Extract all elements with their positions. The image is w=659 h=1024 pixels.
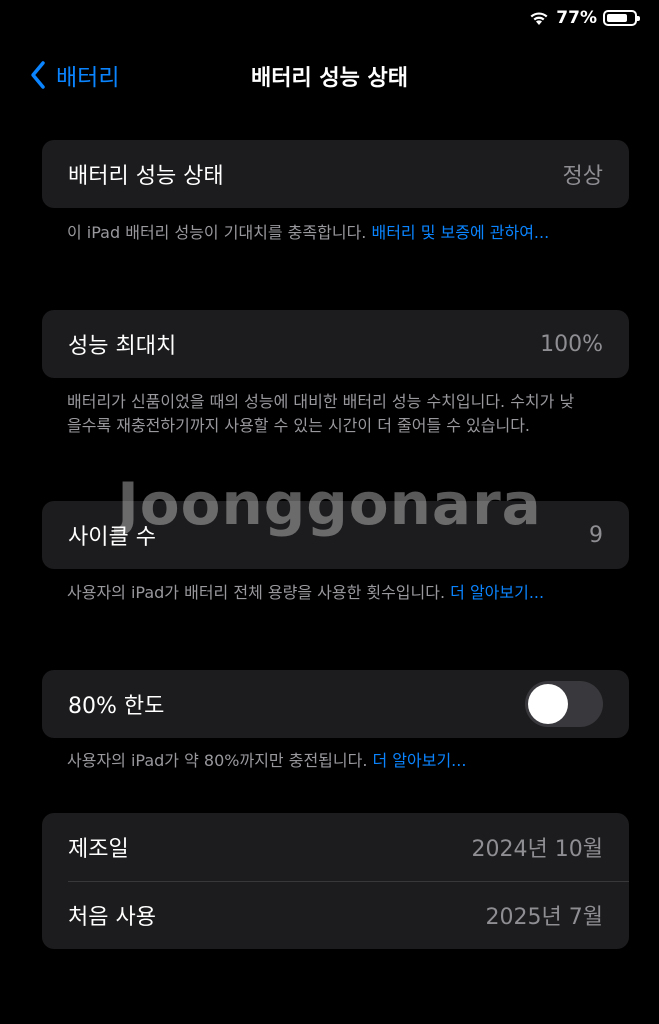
limit-80-toggle[interactable]	[525, 681, 603, 727]
cycle-count-group: 사이클 수 9	[42, 501, 629, 569]
battery-health-value: 정상	[562, 164, 603, 189]
page-title: 배터리 성능 상태	[251, 66, 408, 91]
limit-80-group: 80% 한도	[42, 670, 629, 738]
first-use-label: 처음 사용	[68, 905, 156, 930]
navigation-bar: 배터리 배터리 성능 상태	[0, 52, 659, 98]
max-capacity-label: 성능 최대치	[68, 334, 177, 359]
cycle-count-row: 사이클 수 9	[42, 501, 629, 569]
warranty-link[interactable]: 배터리 및 보증에 관하여...	[371, 223, 549, 242]
limit-80-note: 사용자의 iPad가 약 80%까지만 충전됩니다. 더 알아보기...	[67, 749, 587, 773]
cycle-count-note: 사용자의 iPad가 배터리 전체 용량을 사용한 횟수입니다. 더 알아보기.…	[67, 581, 587, 605]
cycle-count-note-text: 사용자의 iPad가 배터리 전체 용량을 사용한 횟수입니다.	[67, 583, 451, 602]
battery-health-label: 배터리 성능 상태	[68, 164, 224, 189]
max-capacity-note: 배터리가 신품이었을 때의 성능에 대비한 배터리 성능 수치입니다. 수치가 …	[67, 392, 575, 435]
max-capacity-value: 100%	[540, 331, 603, 357]
battery-percent: 77%	[556, 8, 597, 28]
limit-80-row: 80% 한도	[42, 670, 629, 738]
battery-health-note-text: 이 iPad 배터리 성능이 기대치를 충족합니다.	[67, 223, 372, 242]
limit-80-label: 80% 한도	[68, 694, 165, 719]
cycle-learn-more-link[interactable]: 더 알아보기...	[450, 583, 544, 602]
dates-group: 제조일 2024년 10월 처음 사용 2025년 7월	[42, 813, 629, 949]
manufacture-date-value: 2024년 10월	[471, 837, 603, 862]
limit-80-note-text: 사용자의 iPad가 약 80%까지만 충전됩니다.	[67, 751, 373, 770]
battery-health-note: 이 iPad 배터리 성능이 기대치를 충족합니다. 배터리 및 보증에 관하여…	[67, 221, 587, 245]
manufacture-date-label: 제조일	[68, 837, 129, 862]
max-capacity-row: 성능 최대치 100%	[42, 310, 629, 378]
toggle-knob	[528, 684, 568, 724]
limit-learn-more-link[interactable]: 더 알아보기...	[373, 751, 467, 770]
first-use-row: 처음 사용 2025년 7월	[42, 881, 629, 949]
battery-icon	[603, 10, 640, 26]
wifi-icon	[530, 12, 548, 25]
status-bar: 77%	[528, 6, 640, 30]
first-use-value: 2025년 7월	[485, 905, 603, 930]
battery-health-group: 배터리 성능 상태 정상	[42, 140, 629, 208]
max-capacity-group: 성능 최대치 100%	[42, 310, 629, 378]
cycle-count-label: 사이클 수	[68, 525, 156, 550]
battery-health-row: 배터리 성능 상태 정상	[42, 140, 629, 208]
manufacture-date-row: 제조일 2024년 10월	[42, 813, 629, 881]
cycle-count-value: 9	[589, 522, 603, 548]
